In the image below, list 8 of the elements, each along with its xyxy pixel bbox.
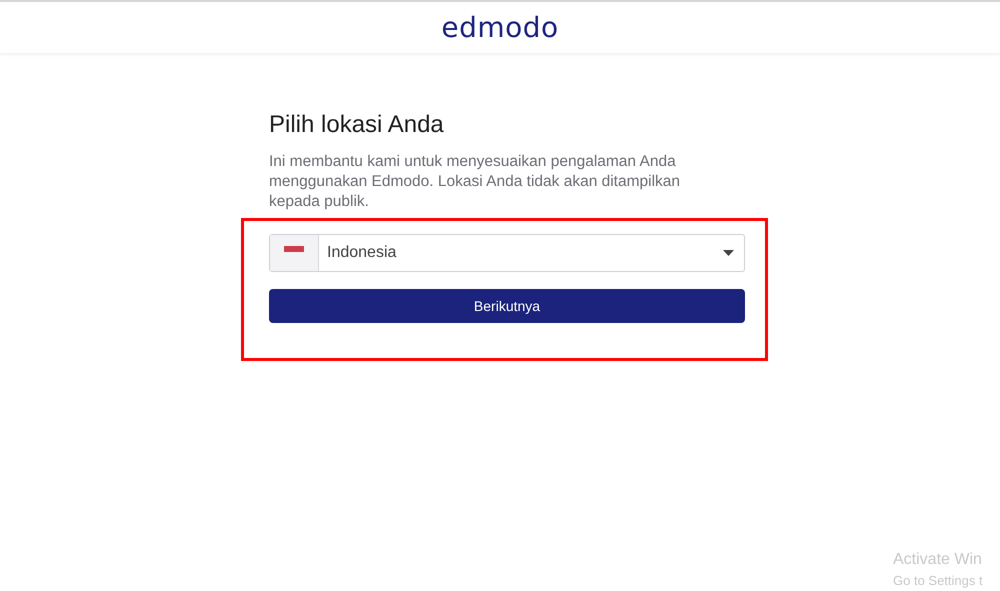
flag-icon: [284, 246, 304, 252]
country-select[interactable]: Indonesia: [269, 234, 745, 272]
description-text: Ini membantu kami untuk menyesuaikan pengalaman Anda menggunakan Edmodo. Lokasi Anda tidak akan ditampilkan kepada publik.: [269, 152, 682, 212]
next-button[interactable]: Berikutnya: [269, 289, 745, 323]
caret-icon: [723, 250, 734, 256]
select-value: Indonesia: [326, 244, 398, 262]
page-title: Pilih lokasi Anda: [269, 110, 445, 140]
edmodo-logo[interactable]: edmodo: [441, 11, 559, 44]
